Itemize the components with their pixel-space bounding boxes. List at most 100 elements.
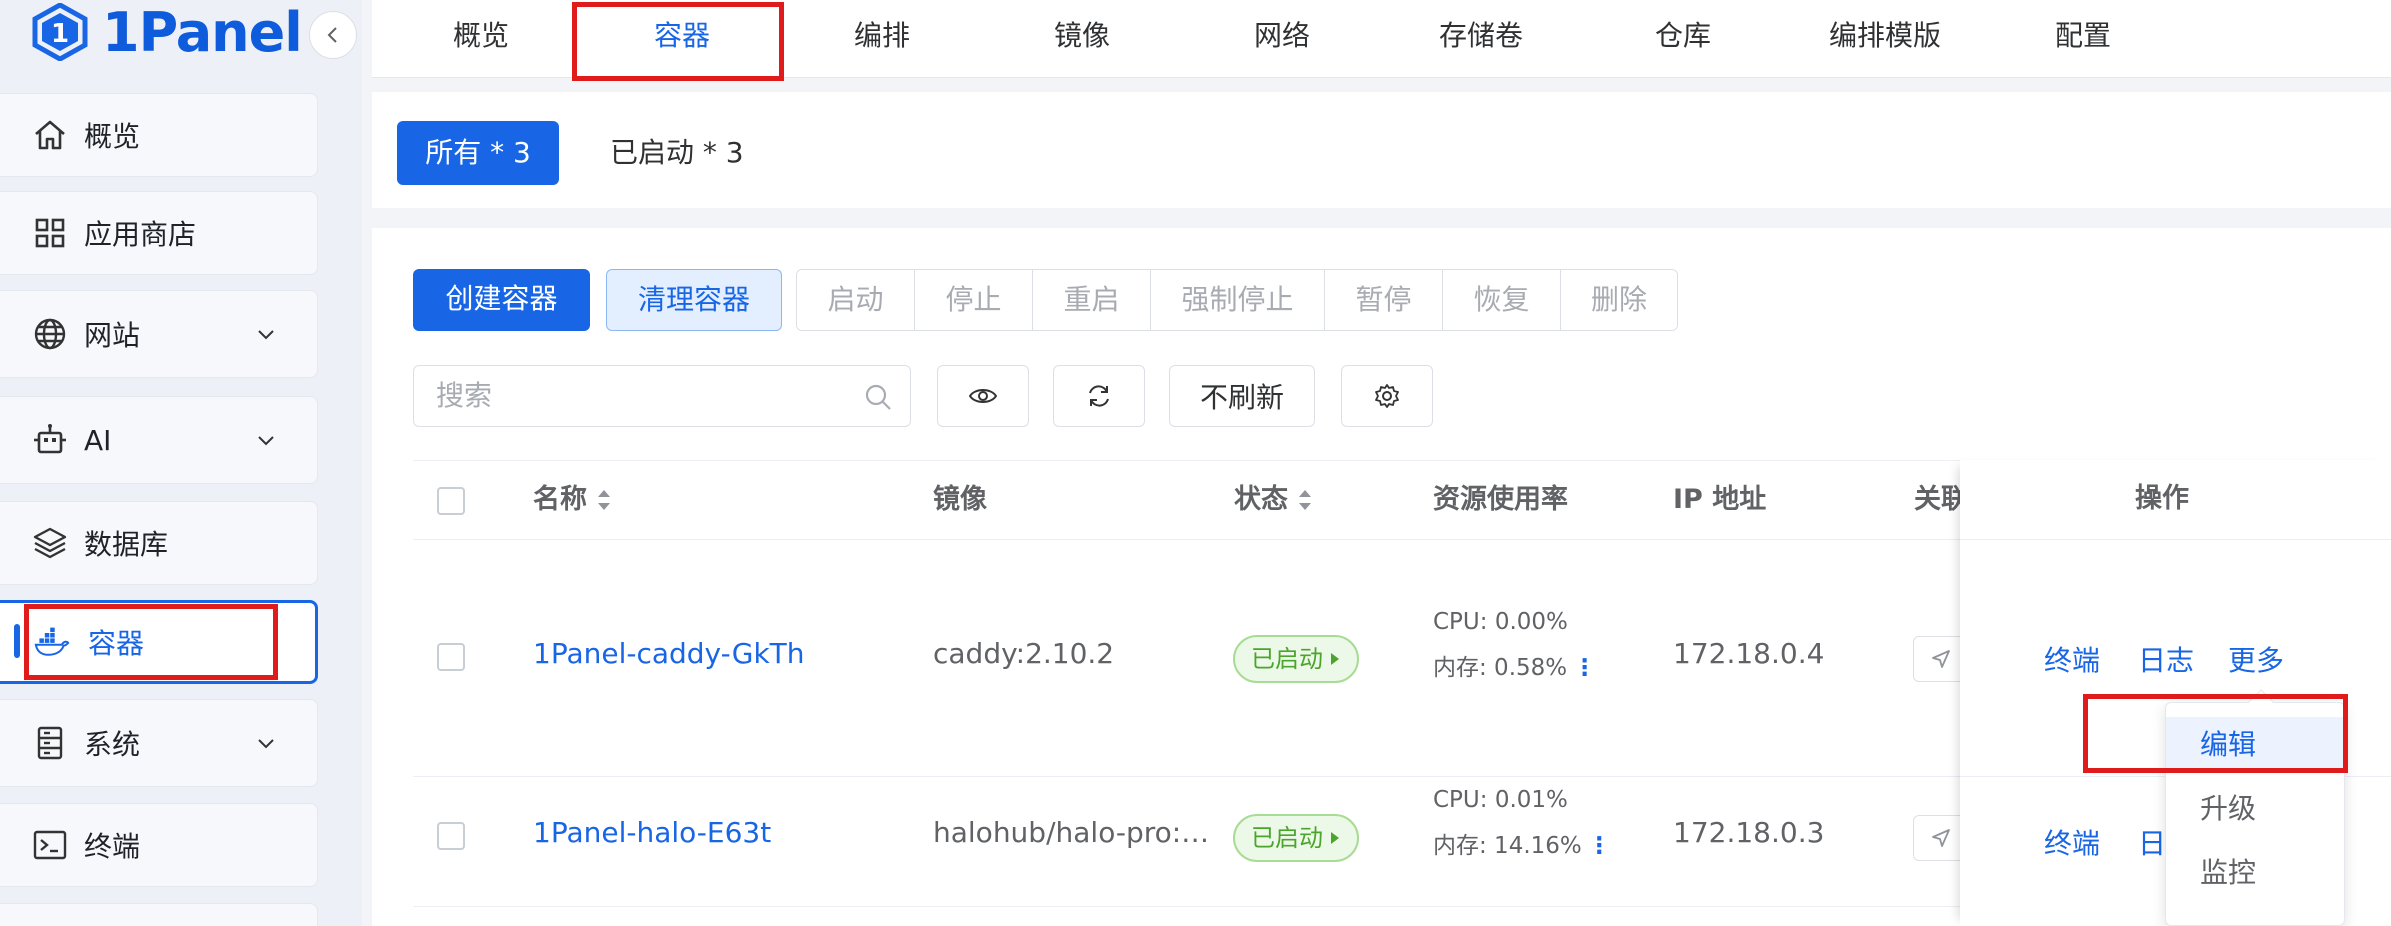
chevron-down-icon xyxy=(253,321,279,347)
container-name-link[interactable]: 1Panel-caddy-GkTh xyxy=(533,637,805,670)
select-all-checkbox[interactable] xyxy=(437,487,465,515)
sidebar-item-label: 数据库 xyxy=(84,528,169,561)
column-name[interactable]: 名称 xyxy=(533,461,613,539)
column-resource: 资源使用率 xyxy=(1433,461,1568,539)
resume-button[interactable]: 恢复 xyxy=(1443,270,1561,330)
tab-network[interactable]: 网络 xyxy=(1209,0,1355,72)
grid-icon xyxy=(32,215,68,251)
column-image-label: 镜像 xyxy=(933,484,987,515)
collapse-sidebar-button[interactable] xyxy=(309,11,357,59)
sidebar-item-next[interactable] xyxy=(0,903,318,926)
search-input[interactable]: 搜索 xyxy=(413,365,911,427)
tab-repository[interactable]: 仓库 xyxy=(1610,0,1756,72)
gear-icon xyxy=(1375,384,1399,408)
send-icon xyxy=(1932,650,1950,668)
1panel-logo-icon: 1 xyxy=(32,3,88,61)
refresh-button[interactable] xyxy=(1053,365,1145,427)
column-status-label: 状态 xyxy=(1234,484,1288,515)
layers-icon xyxy=(32,525,68,561)
logs-link[interactable]: 日 xyxy=(2138,822,2166,862)
more-vertical-icon[interactable]: ⋮ xyxy=(1573,645,1596,691)
terminal-link[interactable]: 终端 xyxy=(2044,639,2100,679)
sidebar: 1 1Panel 概览 应用商店 网站 AI 数据库 容器 系统 终端 xyxy=(0,0,362,926)
search-icon xyxy=(865,384,891,410)
sidebar-item-terminal[interactable]: 终端 xyxy=(0,803,318,887)
status-label: 已启动 xyxy=(1251,824,1323,852)
chevron-down-icon xyxy=(253,427,279,453)
tab-overview[interactable]: 概览 xyxy=(408,0,554,72)
menu-item-edit[interactable]: 编辑 xyxy=(2166,717,2344,773)
sidebar-item-container[interactable]: 容器 xyxy=(0,600,318,684)
stop-button[interactable]: 停止 xyxy=(915,270,1033,330)
menu-item-monitor[interactable]: 监控 xyxy=(2166,845,2344,901)
container-name-link[interactable]: 1Panel-halo-E63t xyxy=(533,816,771,849)
logo[interactable]: 1 1Panel xyxy=(32,0,303,64)
more-vertical-icon[interactable]: ⋮ xyxy=(1588,823,1611,869)
logs-link[interactable]: 日志 xyxy=(2138,639,2194,679)
svg-text:1: 1 xyxy=(51,19,69,49)
tab-container[interactable]: 容器 xyxy=(609,0,755,72)
tab-compose-template[interactable]: 编排模版 xyxy=(1790,0,1980,72)
memory-usage-wrap: 内存: 14.16% ⋮ xyxy=(1433,823,1611,869)
robot-icon xyxy=(32,422,68,458)
sidebar-item-database[interactable]: 数据库 xyxy=(0,501,318,585)
column-actions-label: 操作 xyxy=(2135,483,2189,514)
caret-right-icon xyxy=(1331,653,1339,665)
menu-item-upgrade[interactable]: 升级 xyxy=(2166,781,2344,837)
sidebar-item-label: 终端 xyxy=(84,830,141,863)
auto-refresh-select[interactable]: 不刷新 xyxy=(1169,365,1315,427)
memory-usage-wrap: 内存: 0.58% ⋮ xyxy=(1433,645,1596,691)
globe-icon xyxy=(32,316,68,352)
sidebar-item-label: AI xyxy=(84,423,112,457)
status-badge[interactable]: 已启动 xyxy=(1233,635,1359,683)
filter-all-button[interactable]: 所有 * 3 xyxy=(397,121,559,185)
docker-icon xyxy=(34,624,70,660)
column-settings-button[interactable] xyxy=(1341,365,1433,427)
column-ip: IP 地址 xyxy=(1673,461,1766,539)
status-label: 已启动 xyxy=(1251,645,1323,673)
search-placeholder: 搜索 xyxy=(436,379,493,412)
home-icon xyxy=(32,117,68,153)
column-status[interactable]: 状态 xyxy=(1234,461,1314,539)
sidebar-item-website[interactable]: 网站 xyxy=(0,290,318,378)
pause-button[interactable]: 暂停 xyxy=(1325,270,1443,330)
column-ip-label: IP 地址 xyxy=(1673,484,1767,515)
active-indicator xyxy=(14,624,20,658)
filter-running-button[interactable]: 已启动 * 3 xyxy=(586,121,768,185)
delete-button[interactable]: 删除 xyxy=(1561,270,1677,330)
tab-volume[interactable]: 存储卷 xyxy=(1391,0,1571,72)
sidebar-item-system[interactable]: 系统 xyxy=(0,699,318,787)
start-button[interactable]: 启动 xyxy=(797,270,915,330)
container-image: caddy:2.10.2 xyxy=(933,637,1115,670)
row-checkbox[interactable] xyxy=(437,643,465,671)
memory-usage: 内存: 0.58% xyxy=(1433,655,1568,681)
sidebar-item-label: 系统 xyxy=(84,728,141,761)
sort-icon xyxy=(598,490,610,510)
caret-right-icon xyxy=(1331,832,1339,844)
force-stop-button[interactable]: 强制停止 xyxy=(1151,270,1325,330)
sidebar-item-overview[interactable]: 概览 xyxy=(0,93,318,177)
sidebar-item-app-store[interactable]: 应用商店 xyxy=(0,191,318,275)
more-link[interactable]: 更多 xyxy=(2228,639,2284,679)
ip-address: 172.18.0.3 xyxy=(1673,816,1825,849)
restart-button[interactable]: 重启 xyxy=(1033,270,1151,330)
clean-container-button[interactable]: 清理容器 xyxy=(606,269,782,331)
column-image: 镜像 xyxy=(933,461,987,539)
ip-address: 172.18.0.4 xyxy=(1673,637,1825,670)
cpu-usage: CPU: 0.00% xyxy=(1433,609,1568,635)
tab-image[interactable]: 镜像 xyxy=(1009,0,1155,72)
terminal-link[interactable]: 终端 xyxy=(2044,822,2100,862)
actions-header: 操作 xyxy=(1960,460,2391,540)
tab-compose[interactable]: 编排 xyxy=(809,0,955,72)
chevron-down-icon xyxy=(253,730,279,756)
tab-settings[interactable]: 配置 xyxy=(2010,0,2156,72)
sidebar-item-label: 应用商店 xyxy=(84,218,197,251)
container-image: halohub/halo-pro:… xyxy=(933,816,1210,849)
column-name-label: 名称 xyxy=(533,484,587,515)
create-container-button[interactable]: 创建容器 xyxy=(413,269,590,331)
row-checkbox[interactable] xyxy=(437,822,465,850)
toggle-visibility-button[interactable] xyxy=(937,365,1029,427)
sidebar-item-label: 概览 xyxy=(84,120,141,153)
sidebar-item-ai[interactable]: AI xyxy=(0,396,318,484)
status-badge[interactable]: 已启动 xyxy=(1233,814,1359,862)
